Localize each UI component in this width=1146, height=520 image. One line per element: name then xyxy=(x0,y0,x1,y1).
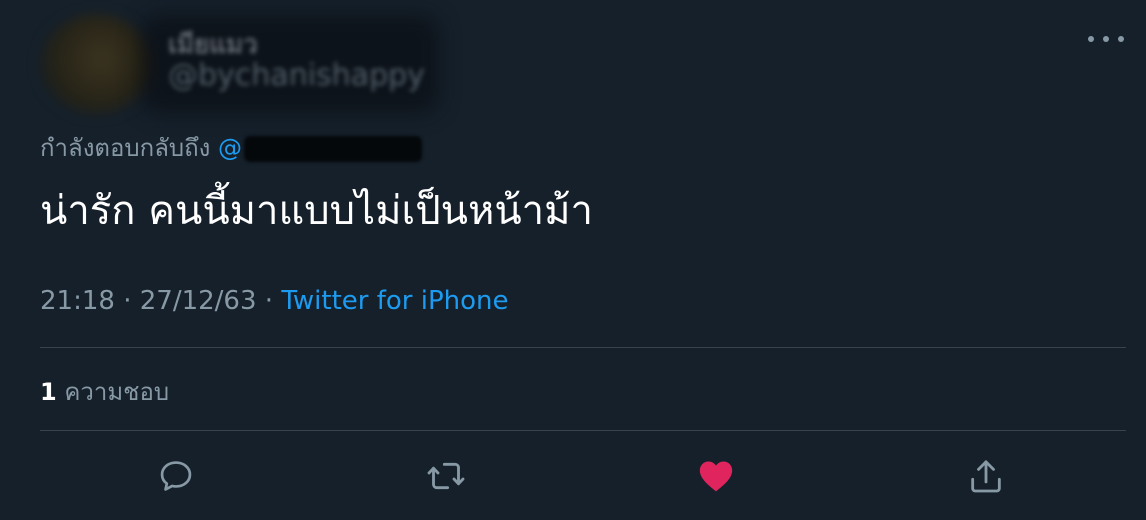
divider xyxy=(40,347,1126,348)
reply-mention-link[interactable]: @ xyxy=(218,134,423,162)
reply-bubble-icon xyxy=(160,461,192,491)
tweet-source-link[interactable]: Twitter for iPhone xyxy=(281,286,508,316)
tweet-detail: เมียแมว @bychanishappy กำลังตอบกลับถึง @… xyxy=(0,0,1146,520)
avatar[interactable] xyxy=(40,14,152,114)
tweet-meta: 21:18 · 27/12/63 · Twitter for iPhone xyxy=(40,286,509,316)
dot xyxy=(1103,36,1109,42)
tweet-text: น่ารัก คนนี้มาแบบไม่เป็นหน้าม้า xyxy=(40,188,593,234)
meta-separator: · xyxy=(264,286,274,316)
author-handle[interactable]: @bychanishappy xyxy=(168,58,425,93)
reply-button[interactable] xyxy=(156,456,196,496)
dot xyxy=(1088,36,1094,42)
likes-count: 1 xyxy=(40,378,57,406)
like-button[interactable] xyxy=(696,456,736,496)
mention-redaction xyxy=(244,136,423,162)
meta-separator: · xyxy=(123,286,132,316)
tweet-date[interactable]: 27/12/63 xyxy=(140,286,257,316)
retweet-button[interactable] xyxy=(426,456,466,496)
reply-prefix: กำลังตอบกลับถึง xyxy=(40,134,211,162)
share-button[interactable] xyxy=(966,456,1006,496)
share-upload-icon xyxy=(971,460,1001,493)
more-options-icon[interactable] xyxy=(1088,24,1124,54)
mention-at: @ xyxy=(218,134,243,162)
tweet-time[interactable]: 21:18 xyxy=(40,286,115,316)
dot xyxy=(1118,36,1124,42)
divider xyxy=(40,430,1126,431)
retweet-icon xyxy=(427,462,465,490)
likes-stat[interactable]: 1 ความชอบ xyxy=(40,372,169,411)
heart-filled-icon xyxy=(699,461,733,492)
likes-label: ความชอบ xyxy=(64,378,170,406)
reply-context: กำลังตอบกลับถึง @ xyxy=(40,128,423,167)
